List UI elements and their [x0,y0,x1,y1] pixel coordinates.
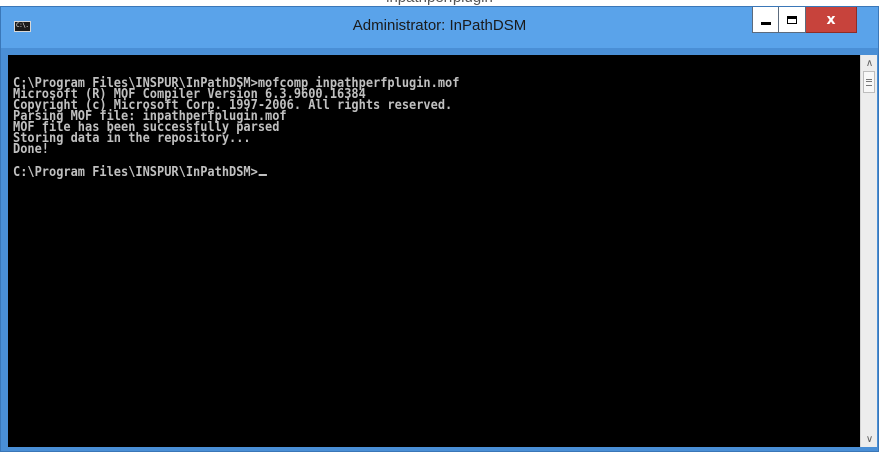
window-title: Administrator: InPathDSM [352,17,527,34]
maximize-button[interactable] [779,7,806,33]
minimize-icon [760,22,771,25]
scrollbar-thumb[interactable] [863,71,875,93]
scroll-up-arrow-icon[interactable]: ∧ [861,55,878,71]
grip-icon [866,78,872,86]
title-bar[interactable]: C:\. Administrator: InPathDSM [1,7,878,48]
close-icon: x [826,11,836,28]
console-window: C:\. Administrator: InPathDSM x C:\Progr… [0,6,879,452]
console-output[interactable]: C:\Program Files\INSPUR\InPathDSM>mofcom… [8,55,860,447]
minimize-button[interactable] [752,7,779,33]
console-prompt-line[interactable]: C:\Program Files\INSPUR\InPathDSM> [13,165,268,180]
close-button[interactable]: x [806,7,857,33]
console-line: Done! [13,142,50,157]
scroll-down-arrow-icon[interactable]: ∨ [861,431,878,447]
maximize-icon [787,15,797,24]
console-prompt: C:\Program Files\INSPUR\InPathDSM> [13,165,258,180]
vertical-scrollbar[interactable]: ∧ ∨ [860,55,877,447]
text-cursor [258,174,268,176]
